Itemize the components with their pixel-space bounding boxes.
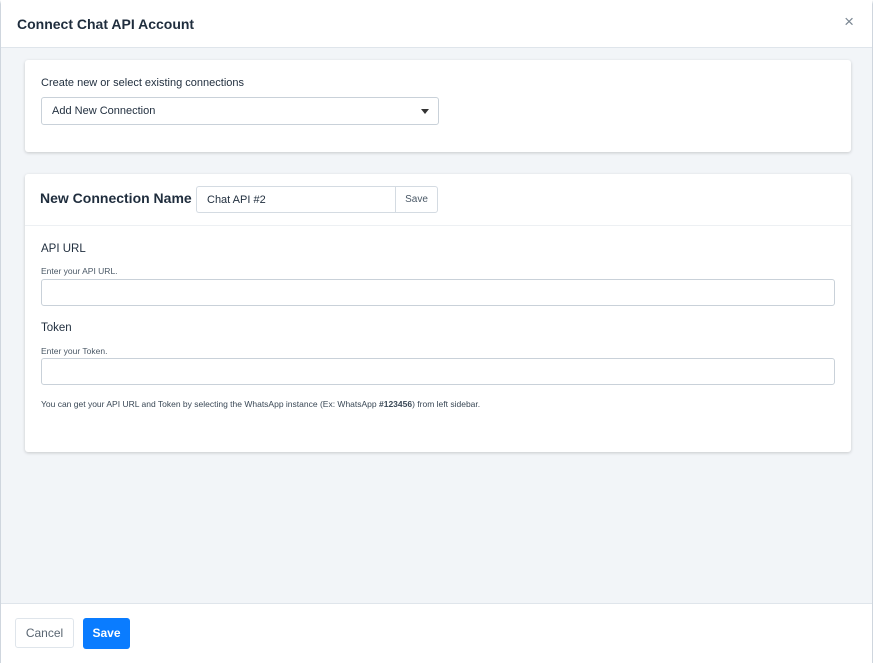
new-connection-title: New Connection Name — [40, 190, 192, 206]
dialog-body: Create new or select existing connection… — [1, 48, 872, 603]
connection-select-label: Create new or select existing connection… — [41, 77, 244, 89]
connection-select[interactable]: Add New Connection — [41, 97, 439, 125]
dialog-footer: Cancel Save — [1, 603, 872, 663]
save-button[interactable]: Save — [83, 618, 130, 649]
footnote-instance-example: #123456 — [379, 399, 413, 409]
help-footnote: You can get your API URL and Token by se… — [41, 399, 480, 409]
connection-select-value: Add New Connection — [52, 105, 156, 117]
connection-select-card: Create new or select existing connection… — [25, 60, 851, 152]
footnote-text-before: You can get your API URL and Token by se… — [41, 399, 379, 409]
api-url-hint: Enter your API URL. — [41, 266, 118, 276]
api-url-input[interactable] — [41, 279, 835, 306]
footnote-text-after: ) from left sidebar. — [412, 399, 481, 409]
dialog-header: Connect Chat API Account × — [1, 4, 872, 48]
cancel-button[interactable]: Cancel — [15, 618, 74, 648]
close-icon[interactable]: × — [844, 13, 854, 30]
dialog-title: Connect Chat API Account — [17, 16, 195, 32]
connection-name-save-button[interactable]: Save — [395, 186, 438, 213]
new-connection-card: New Connection Name Chat API #2 Save API… — [25, 174, 851, 452]
token-label: Token — [41, 322, 72, 334]
connection-name-value: Chat API #2 — [207, 194, 266, 206]
connection-name-input[interactable]: Chat API #2 — [196, 186, 396, 213]
caret-down-icon — [421, 109, 429, 114]
connect-account-dialog: Connect Chat API Account × Create new or… — [0, 0, 873, 663]
api-url-label: API URL — [41, 243, 86, 255]
token-hint: Enter your Token. — [41, 346, 108, 356]
token-input[interactable] — [41, 358, 835, 385]
new-connection-header: New Connection Name Chat API #2 Save — [25, 174, 851, 226]
